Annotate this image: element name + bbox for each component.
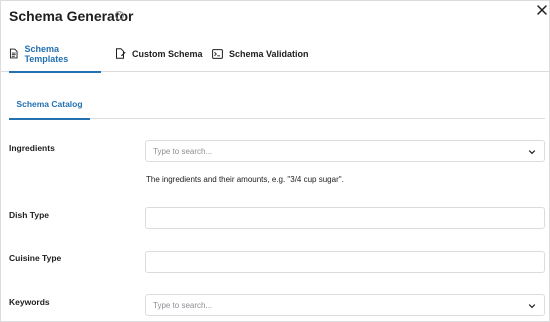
schema-generator-modal: Schema Generator ? Schema Templates Cust… bbox=[0, 0, 550, 322]
tab-bar: Schema Templates Custom Schema Schema Va… bbox=[1, 35, 549, 73]
cuisine-type-label: Cuisine Type bbox=[9, 253, 62, 263]
file-edit-icon bbox=[116, 48, 126, 59]
keywords-select[interactable]: Type to search... bbox=[145, 294, 545, 316]
help-icon[interactable]: ? bbox=[115, 11, 124, 20]
tab-schema-validation[interactable]: Schema Validation bbox=[212, 35, 309, 72]
close-icon bbox=[537, 5, 547, 15]
close-button[interactable] bbox=[535, 3, 549, 17]
chevron-down-icon bbox=[528, 150, 536, 155]
ingredients-help-text: The ingredients and their amounts, e.g. … bbox=[146, 175, 344, 184]
ingredients-label: Ingredients bbox=[9, 143, 55, 153]
ingredients-placeholder: Type to search... bbox=[153, 147, 213, 156]
tab-label: Schema Validation bbox=[229, 48, 309, 59]
tab-schema-templates[interactable]: Schema Templates bbox=[9, 35, 101, 73]
dish-type-label: Dish Type bbox=[9, 210, 49, 220]
dish-type-input[interactable] bbox=[145, 207, 545, 229]
modal-header: Schema Generator ? bbox=[1, 1, 549, 35]
tab-label: Schema Templates bbox=[24, 43, 69, 64]
subtab-bar: Schema Catalog bbox=[9, 89, 545, 120]
tab-label: Custom Schema bbox=[132, 48, 203, 59]
terminal-icon bbox=[212, 48, 223, 59]
tab-custom-schema[interactable]: Custom Schema bbox=[115, 35, 203, 72]
chevron-down-icon bbox=[528, 304, 536, 309]
keywords-label: Keywords bbox=[9, 297, 50, 307]
document-icon bbox=[9, 48, 18, 59]
ingredients-select[interactable]: Type to search... bbox=[145, 140, 545, 162]
tab-schema-catalog[interactable]: Schema Catalog bbox=[9, 89, 90, 120]
cuisine-type-input[interactable] bbox=[145, 251, 545, 273]
keywords-placeholder: Type to search... bbox=[153, 301, 213, 310]
